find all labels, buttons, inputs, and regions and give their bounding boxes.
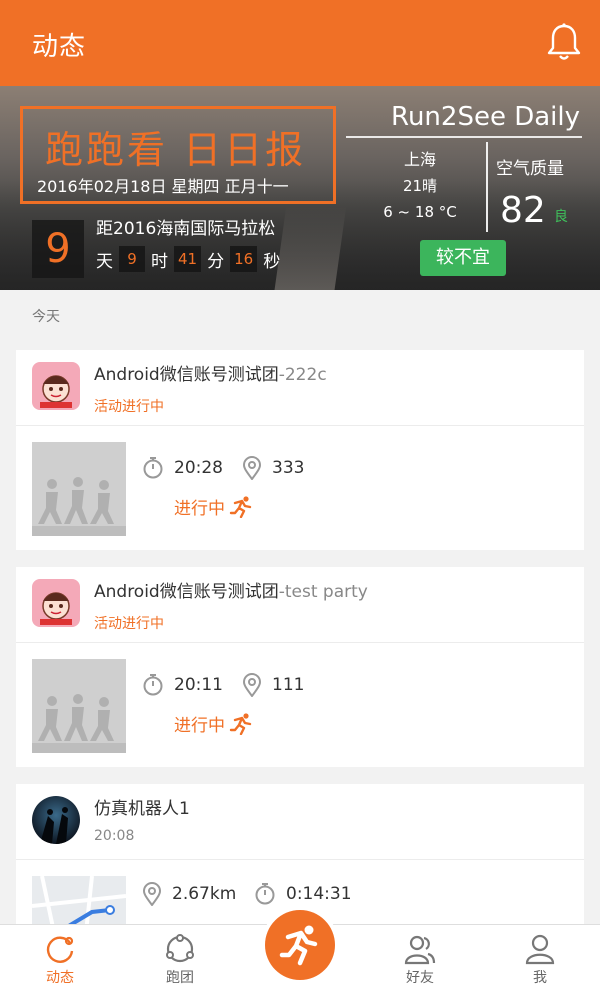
location: 333 — [242, 456, 304, 480]
stopwatch-icon — [255, 883, 275, 905]
weather-condition: 21晴 — [402, 177, 438, 195]
location-value: 333 — [272, 458, 305, 478]
group-avatar[interactable] — [32, 362, 80, 410]
post-time: 20:08 — [94, 828, 135, 844]
start-time-value: 20:28 — [174, 458, 223, 478]
daily-title-box: 跑跑看 日日报 2016年02月18日 星期四 正月十一 — [20, 106, 336, 204]
running-advice-badge[interactable]: 较不宜 — [420, 240, 506, 276]
group-avatar[interactable] — [32, 579, 80, 627]
top-bar: 动态 — [0, 0, 600, 86]
weather-divider — [486, 142, 488, 232]
distance-value: 2.67km — [172, 884, 237, 904]
section-label-today: 今天 — [32, 309, 60, 325]
nav-item-feed[interactable]: 动态 — [20, 925, 100, 999]
second-unit: 秒 — [263, 251, 281, 272]
runners-thumbnail[interactable] — [32, 442, 126, 536]
countdown-timer: 天 9 时 41 分 16 秒 — [96, 246, 286, 272]
distance: 2.67km — [142, 882, 236, 906]
activity-status: 活动进行中 — [94, 399, 164, 415]
air-quality-label: 空气质量 — [496, 159, 564, 179]
runner-icon — [229, 495, 252, 518]
in-progress-label: 进行中 — [174, 494, 253, 519]
notification-bell-icon[interactable] — [546, 22, 582, 62]
brand-underline — [346, 136, 582, 138]
daily-banner[interactable]: 跑跑看 日日报 2016年02月18日 星期四 正月十一 Run2See Dai… — [0, 86, 600, 290]
start-time: 20:11 — [142, 673, 223, 697]
feed-card[interactable]: Android微信账号测试团-test party 活动进行中 20:11 11… — [16, 567, 584, 767]
location-pin-icon — [242, 456, 262, 480]
daily-date: 2016年02月18日 星期四 正月十一 — [37, 177, 289, 196]
activity-status: 活动进行中 — [94, 616, 164, 632]
nav-label-feed: 动态 — [46, 970, 74, 986]
stopwatch-icon — [143, 674, 163, 696]
brand-label: Run2See Daily — [391, 102, 580, 132]
start-run-button[interactable] — [265, 910, 335, 980]
card-header[interactable]: 仿真机器人1 20:08 — [16, 784, 584, 860]
feed-icon — [46, 936, 74, 963]
in-progress-text: 进行中 — [174, 716, 225, 736]
runner-icon — [229, 712, 252, 735]
in-progress-label: 进行中 — [174, 711, 253, 736]
group-name-main: Android微信账号测试团 — [94, 582, 279, 602]
nav-label-friends: 好友 — [406, 970, 434, 986]
countdown-minutes: 41 — [174, 246, 202, 272]
feed-card[interactable]: Android微信账号测试团-222c 活动进行中 20:28 333 进行中 — [16, 350, 584, 550]
duration: 0:14:31 — [254, 882, 352, 906]
start-time-value: 20:11 — [174, 675, 223, 695]
hour-unit: 时 — [151, 251, 168, 272]
countdown-days: 9 — [32, 220, 84, 278]
nav-label-team: 跑团 — [166, 970, 194, 986]
location: 111 — [242, 673, 304, 697]
friends-icon — [404, 935, 436, 965]
user-name[interactable]: 仿真机器人1 — [94, 794, 190, 819]
weather-temp: 6 ~ 18 °C — [383, 203, 457, 221]
weather-block: 上海 21晴 6 ~ 18 °C — [370, 148, 470, 224]
start-time: 20:28 — [142, 456, 223, 480]
location-value: 111 — [272, 675, 305, 695]
run-icon — [279, 925, 318, 966]
card-header[interactable]: Android微信账号测试团-222c 活动进行中 — [16, 350, 584, 426]
group-name-suffix: -222c — [278, 365, 327, 385]
feed-card[interactable]: 仿真机器人1 20:08 2.67km 0:14:31 — [16, 784, 584, 924]
group-name[interactable]: Android微信账号测试团-222c — [94, 360, 327, 385]
group-name[interactable]: Android微信账号测试团-test party — [94, 577, 368, 602]
air-quality-value: 82 — [500, 190, 546, 231]
team-icon — [166, 934, 194, 963]
daily-title: 跑跑看 日日报 — [45, 128, 307, 172]
group-name-main: Android微信账号测试团 — [94, 365, 279, 385]
nav-label-me: 我 — [533, 970, 547, 986]
air-quality-level: 良 — [554, 209, 568, 225]
card-header[interactable]: Android微信账号测试团-test party 活动进行中 — [16, 567, 584, 643]
card-body[interactable]: 20:28 333 进行中 — [16, 426, 584, 550]
duration-value: 0:14:31 — [286, 884, 352, 904]
group-name-suffix: -test party — [278, 582, 368, 602]
profile-icon — [525, 934, 555, 965]
in-progress-text: 进行中 — [174, 499, 225, 519]
day-unit: 天 — [96, 251, 113, 272]
countdown-event: 距2016海南国际马拉松 — [96, 219, 276, 239]
route-map-thumbnail[interactable] — [32, 876, 126, 924]
card-body[interactable]: 20:11 111 进行中 — [16, 643, 584, 767]
countdown-seconds: 16 — [230, 246, 258, 272]
stopwatch-icon — [143, 457, 163, 479]
countdown-hours: 9 — [119, 246, 145, 272]
nav-item-team[interactable]: 跑团 — [140, 925, 220, 999]
minute-unit: 分 — [207, 251, 225, 272]
weather-city: 上海 — [403, 150, 436, 169]
nav-item-me[interactable]: 我 — [500, 925, 580, 999]
location-pin-icon — [142, 882, 162, 906]
nav-item-friends[interactable]: 好友 — [380, 925, 460, 999]
page-title: 动态 — [32, 32, 87, 62]
user-avatar[interactable] — [32, 796, 80, 844]
air-quality-block: 空气质量 82 良 — [496, 154, 568, 231]
runners-thumbnail[interactable] — [32, 659, 126, 753]
location-pin-icon — [242, 673, 262, 697]
